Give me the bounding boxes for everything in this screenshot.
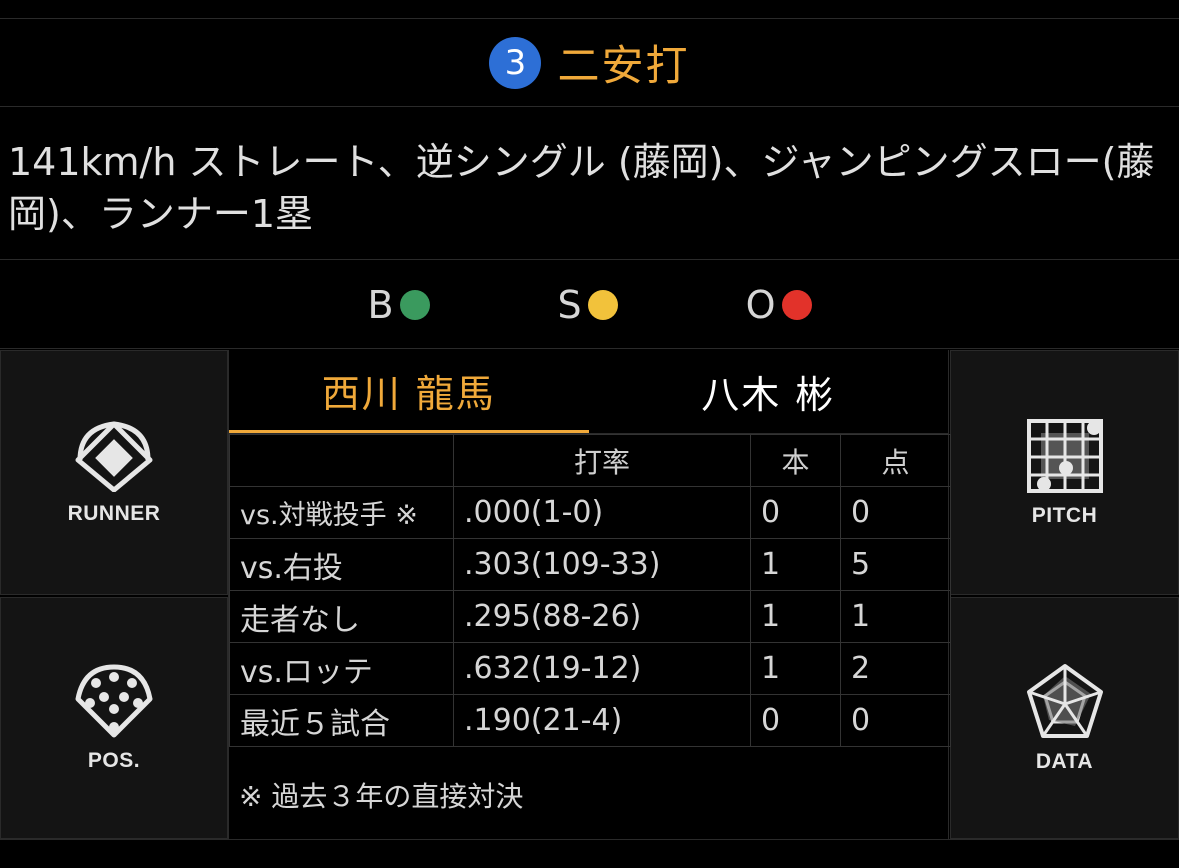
header-hr: 本 [750,434,841,487]
table-row: 最近５試合 .190(21-4) 0 0 [229,694,951,747]
data-label: DATA [1035,750,1094,773]
play-description: 141km/h ストレート、逆シングル (藤岡)、ジャンピングスロー(藤岡)、ラ… [0,108,1179,260]
runner-button[interactable]: RUNNER [0,350,228,595]
tab-pitcher[interactable]: 八木 彬 [589,350,949,433]
table-row: vs.対戦投手 ※ .000(1-0) 0 0 [229,486,951,539]
balls-indicator: B [367,282,430,327]
pos-label: POS. [87,749,141,772]
row-rbi: 5 [840,538,951,591]
balls-label: B [367,282,394,327]
header-avg: 打率 [453,434,751,487]
strike-dot [587,289,618,320]
pos-button[interactable]: POS. [0,597,228,839]
ball-dot [399,289,430,320]
row-label: vs.右投 [229,538,454,591]
pitch-zone-icon [1026,418,1103,493]
row-avg: .190(21-4) [453,694,751,747]
table-header-row: 打率 本 点 [229,434,951,487]
pitch-label: PITCH [1031,503,1098,527]
footnote: ※ 過去３年の直接対決 [239,780,524,813]
outs-indicator: O [746,283,812,327]
row-rbi: 1 [840,590,951,643]
row-avg: .632(19-12) [453,642,751,695]
pitch-button[interactable]: PITCH [950,350,1179,595]
strikes-indicator: S [558,283,618,327]
row-rbi: 0 [840,486,951,539]
table-row: vs.右投 .303(109-33) 1 5 [229,538,951,591]
row-label: 最近５試合 [229,694,454,747]
row-hr: 0 [750,486,841,539]
player-tabs: 西川 龍馬 八木 彬 [229,350,948,434]
radar-chart-icon [1026,664,1103,738]
outs-label: O [745,282,776,327]
table-row: 走者なし .295(88-26) 1 1 [229,590,951,643]
play-result: 二安打 [557,41,690,90]
row-avg: .303(109-33) [453,538,751,591]
row-label: vs.ロッテ [229,642,454,695]
row-rbi: 0 [840,694,951,747]
runner-label: RUNNER [67,501,161,525]
row-avg: .295(88-26) [453,590,751,643]
matchup-panel: 西川 龍馬 八木 彬 打率 本 点 vs.対戦投手 ※ .000(1-0) 0 … [228,350,951,839]
header-split [229,434,454,487]
tab-batter[interactable]: 西川 龍馬 [229,350,589,433]
ball-count: B S O [0,261,1179,349]
row-hr: 1 [750,642,841,695]
row-label: vs.対戦投手 ※ [229,486,454,539]
row-avg: .000(1-0) [453,486,751,539]
out-dot [781,289,812,320]
row-hr: 0 [750,694,841,747]
stats-table: 打率 本 点 vs.対戦投手 ※ .000(1-0) 0 0 vs.右投 .30… [229,434,951,747]
row-rbi: 2 [840,642,951,695]
play-number-badge: 3 [489,36,542,89]
table-row: vs.ロッテ .632(19-12) 1 2 [229,642,951,695]
diamond-field-icon [75,420,153,492]
header-rbi: 点 [840,434,951,487]
data-button[interactable]: DATA [950,597,1179,839]
row-hr: 1 [750,590,841,643]
row-label: 走者なし [229,590,454,643]
bottom-divider [0,839,1179,840]
fielding-position-icon [75,664,153,738]
play-header: 3 二安打 [0,19,1179,107]
strikes-label: S [557,282,582,327]
row-hr: 1 [750,538,841,591]
